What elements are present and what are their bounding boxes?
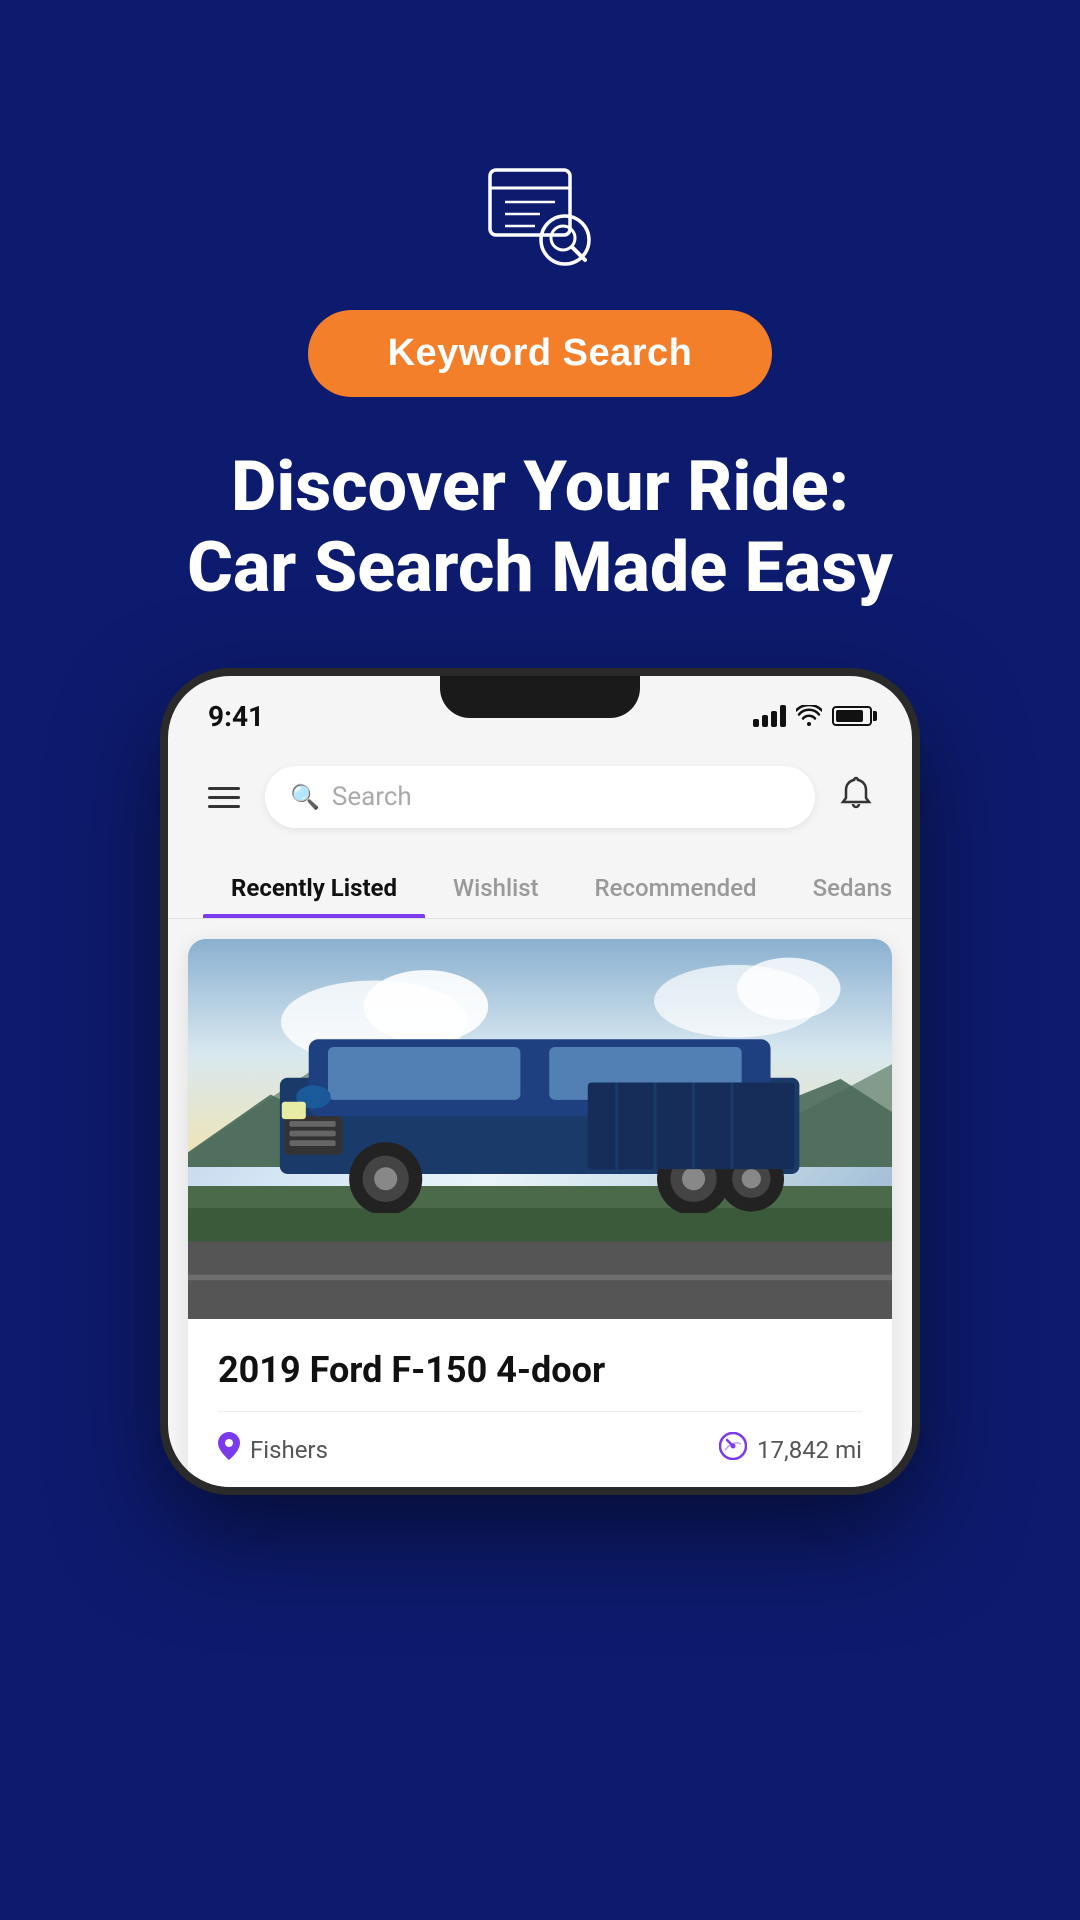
keyword-search-button[interactable]: Keyword Search: [308, 310, 773, 397]
car-info: 2019 Ford F-150 4-door Fishers: [188, 1319, 892, 1487]
tab-recently-listed[interactable]: Recently Listed: [203, 858, 425, 918]
tabs-container: Recently Listed Wishlist Recommended Sed…: [168, 848, 912, 919]
search-bar[interactable]: 🔍 Search: [265, 766, 815, 828]
car-location: Fishers: [218, 1432, 328, 1467]
location-pin-icon: [218, 1432, 240, 1467]
car-image: [188, 939, 892, 1319]
hero-title: Discover Your Ride: Car Search Made Easy: [127, 447, 953, 608]
hamburger-menu-button[interactable]: [203, 782, 245, 813]
car-mileage: 17,842 mi: [719, 1432, 862, 1467]
tab-wishlist[interactable]: Wishlist: [425, 858, 567, 918]
car-truck-icon: [251, 1020, 828, 1212]
mileage-value: 17,842 mi: [757, 1436, 862, 1464]
hamburger-line-1: [208, 787, 240, 790]
phone-notch: [440, 676, 640, 718]
bell-icon: [840, 776, 872, 810]
phone-content: 🔍 Search Recently Listed Wishlist Recomm…: [168, 746, 912, 1487]
car-card[interactable]: 2019 Ford F-150 4-door Fishers: [188, 939, 892, 1487]
location-name: Fishers: [250, 1436, 328, 1464]
hamburger-line-3: [208, 805, 240, 808]
tab-sedans[interactable]: Sedans: [785, 858, 912, 918]
hamburger-line-2: [208, 796, 240, 799]
tab-recommended[interactable]: Recommended: [567, 858, 785, 918]
search-placeholder: Search: [332, 782, 412, 812]
phone-mockup: 9:41: [160, 668, 920, 1495]
app-icon: [485, 160, 595, 270]
battery-icon: [832, 706, 872, 726]
phone-header: 🔍 Search: [168, 746, 912, 848]
search-icon: 🔍: [290, 783, 320, 811]
signal-strength-icon: [753, 705, 786, 727]
car-divider: [218, 1411, 862, 1412]
car-title: 2019 Ford F-150 4-door: [218, 1349, 862, 1391]
car-meta: Fishers 17,842 mi: [218, 1432, 862, 1467]
notification-bell-button[interactable]: [835, 771, 877, 823]
speedometer-icon: [719, 1432, 747, 1467]
status-icons: [753, 705, 872, 727]
status-time: 9:41: [208, 700, 264, 733]
top-section: Keyword Search Discover Your Ride: Car S…: [0, 0, 1080, 1495]
wifi-icon: [796, 705, 822, 727]
